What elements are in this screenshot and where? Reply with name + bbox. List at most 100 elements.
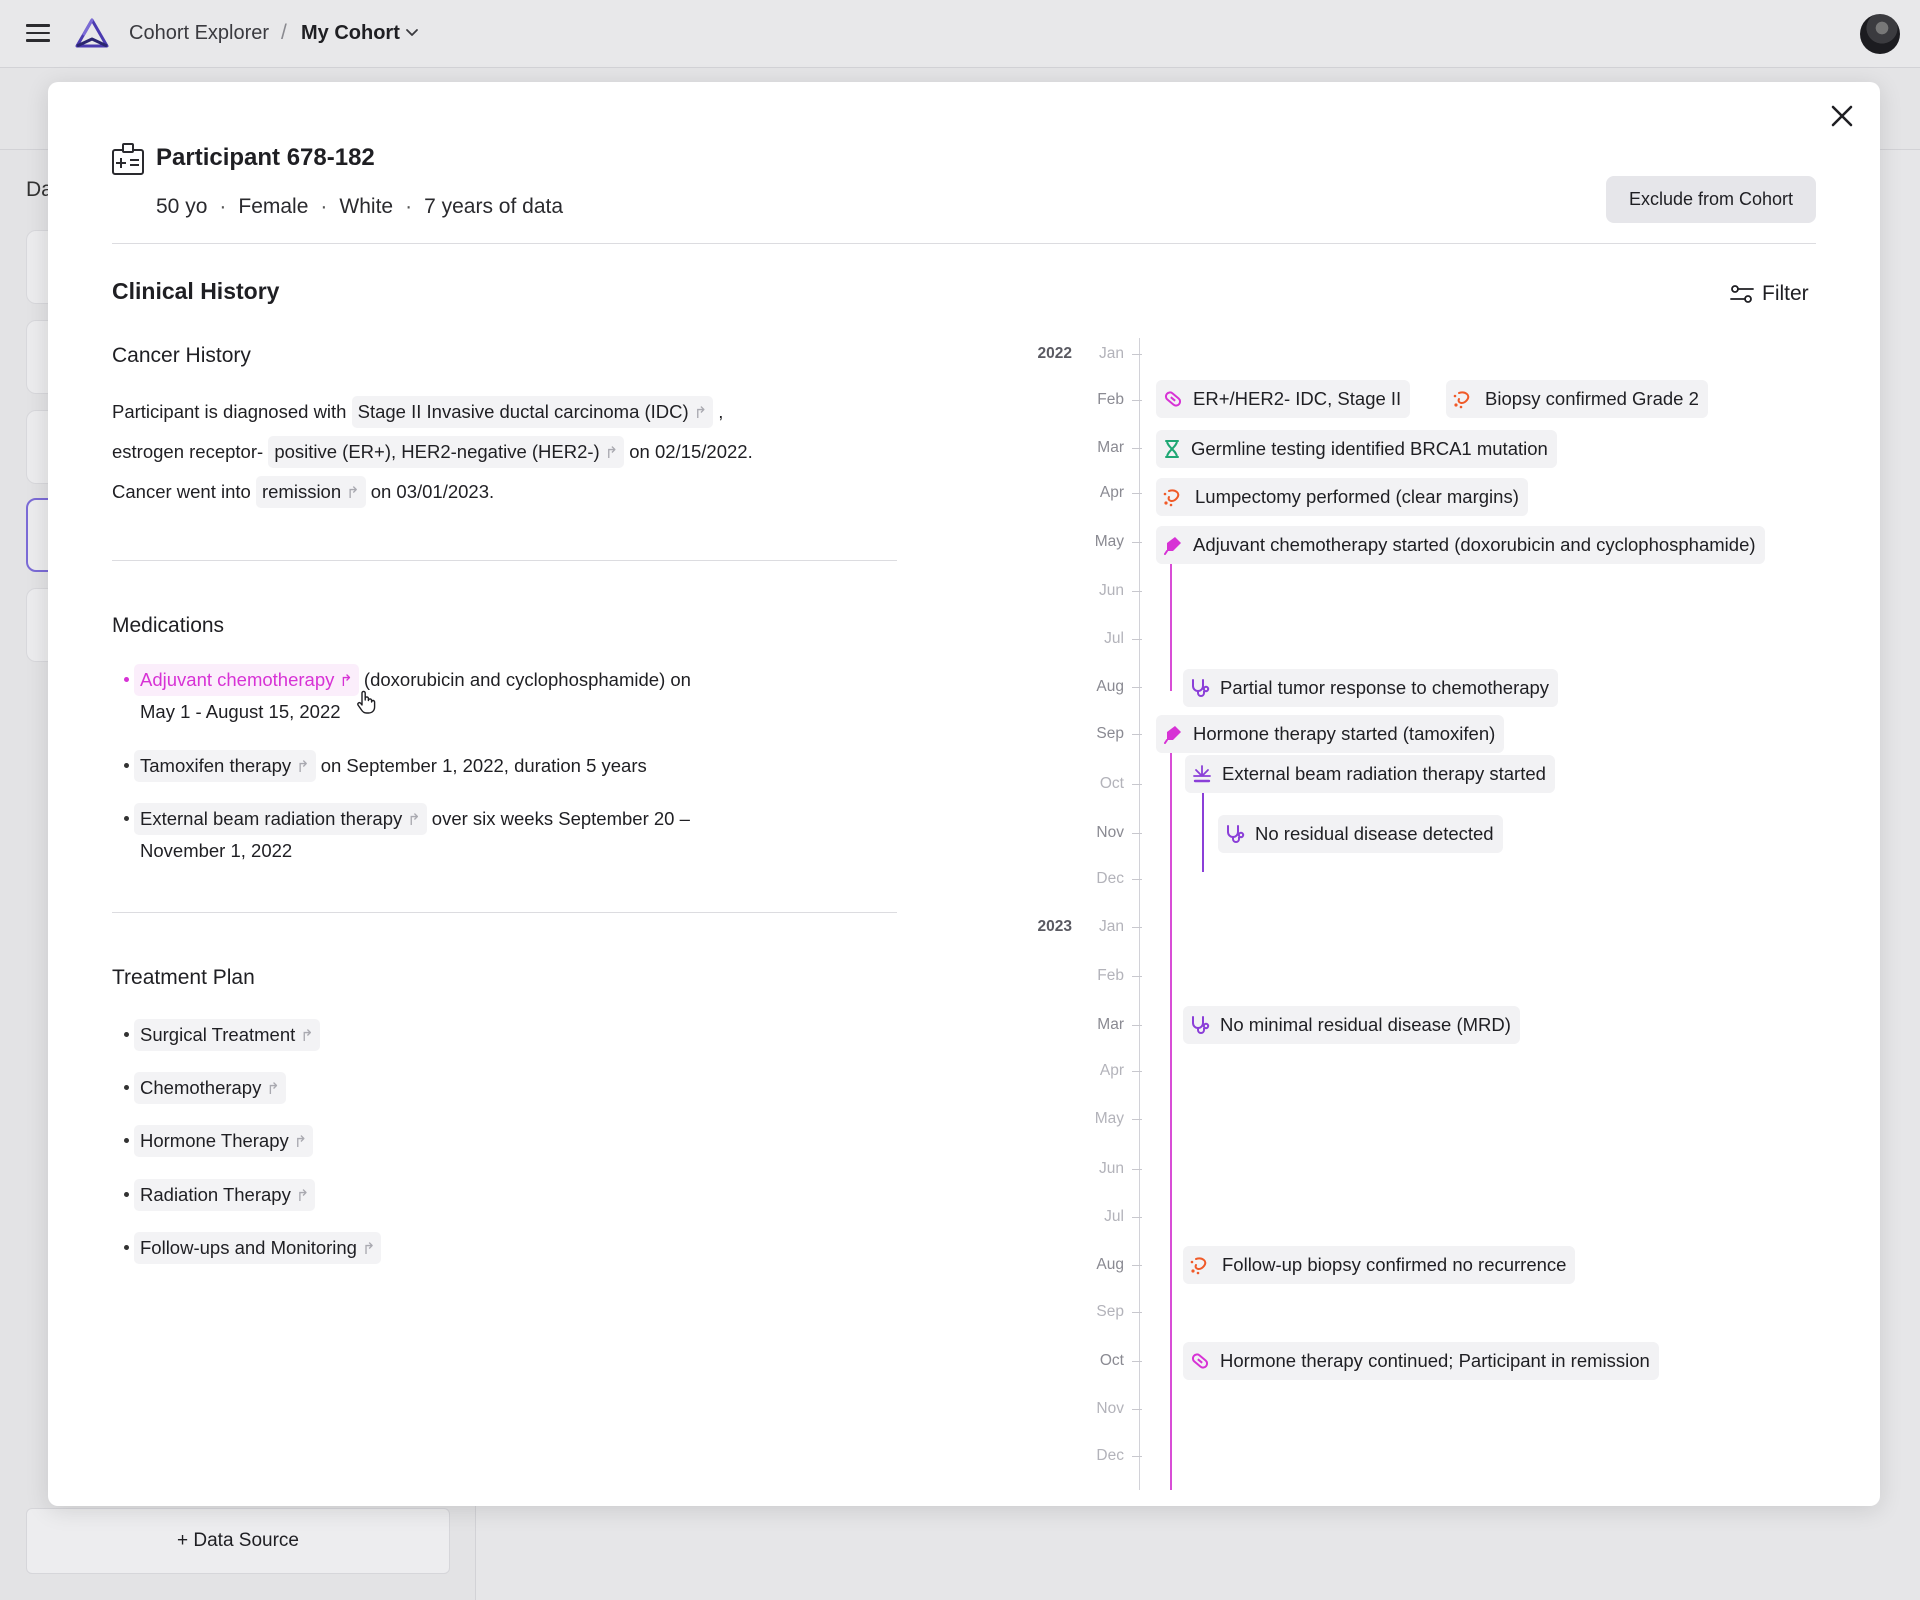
exclude-from-cohort-button[interactable]: Exclude from Cohort [1606, 176, 1816, 223]
medication-item: Tamoxifen therapy ↱ on September 1, 2022,… [134, 750, 647, 782]
divider [112, 560, 897, 561]
breadcrumb-cohort-explorer[interactable]: Cohort Explorer [129, 22, 269, 45]
timeline-tick [1132, 400, 1142, 401]
treatment-chip[interactable]: Surgical Treatment ↱ [134, 1019, 320, 1051]
timeline-month: Mar [1097, 1016, 1124, 1033]
drop-icon [1164, 726, 1181, 744]
stethoscope-icon [1227, 825, 1245, 843]
timeline-event[interactable]: Adjuvant chemotherapy started (doxorubic… [1156, 526, 1765, 564]
treatment-chip[interactable]: Hormone Therapy ↱ [134, 1125, 314, 1157]
timeline-month: Apr [1099, 484, 1124, 501]
stethoscope-icon [1192, 679, 1210, 697]
cancer-history-title: Cancer History [112, 344, 251, 367]
list-bullet [124, 1085, 129, 1090]
add-data-source-button[interactable]: + Data Source [26, 1508, 450, 1574]
treatment-chip[interactable]: Radiation Therapy ↱ [134, 1179, 316, 1211]
hamburger-menu-icon[interactable] [26, 24, 50, 44]
treatment-item: Follow-ups and Monitoring ↱ [134, 1232, 382, 1264]
medication-item-continued: May 1 - August 15, 2022 [140, 701, 341, 722]
timeline-tick [1132, 976, 1142, 977]
timeline-event[interactable]: No minimal residual disease (MRD) [1183, 1006, 1520, 1044]
timeline-event[interactable]: Hormone therapy continued; Participant i… [1183, 1342, 1659, 1380]
link-arrow-icon: ↱ [300, 1028, 314, 1045]
link-arrow-icon: ↱ [346, 485, 360, 502]
timeline-month: Oct [1099, 1352, 1124, 1369]
timeline-tick [1132, 687, 1142, 688]
medical-id-icon [112, 143, 144, 175]
timeline-event[interactable]: Lumpectomy performed (clear margins) [1156, 478, 1528, 516]
close-icon[interactable] [1830, 104, 1854, 128]
event-label: Follow-up biopsy confirmed no recurrence [1222, 1254, 1567, 1275]
timeline-tick [1132, 1217, 1142, 1218]
participant-age: 50 yo [156, 195, 208, 218]
timeline-month: Jan [1099, 918, 1124, 935]
chip-label: Stage II Invasive ductal carcinoma (IDC) [357, 401, 689, 422]
chip-label: positive (ER+), HER2-negative (HER2-) [274, 441, 600, 462]
event-label: No residual disease detected [1255, 823, 1494, 844]
timeline-tick [1132, 734, 1142, 735]
event-label: ER+/HER2- IDC, Stage II [1193, 388, 1402, 409]
medication-chip[interactable]: External beam radiation therapy ↱ [134, 803, 427, 835]
timeline-event[interactable]: ER+/HER2- IDC, Stage II [1156, 380, 1411, 418]
timeline-tick [1132, 1456, 1142, 1457]
timeline-event[interactable]: Biopsy confirmed Grade 2 [1446, 380, 1708, 418]
chip-label: Chemotherapy [140, 1077, 262, 1098]
timeline-event[interactable]: No residual disease detected [1218, 815, 1503, 853]
text: on 03/01/2023. [370, 481, 495, 502]
hormone-therapy-span-line [1170, 745, 1172, 1490]
link-arrow-icon: ↱ [296, 759, 310, 776]
list-bullet [124, 1245, 129, 1250]
filter-sliders-icon [1730, 285, 1754, 303]
treatment-item: Chemotherapy ↱ [134, 1072, 286, 1104]
medication-chip[interactable]: Adjuvant chemotherapy ↱ [134, 664, 359, 696]
event-label: No minimal residual disease (MRD) [1220, 1014, 1511, 1035]
diagnosis-chip[interactable]: Stage II Invasive ductal carcinoma (IDC)… [351, 396, 714, 428]
timeline-event[interactable]: Hormone therapy started (tamoxifen) [1156, 715, 1505, 753]
link-arrow-icon: ↱ [407, 812, 421, 829]
event-label: Partial tumor response to chemotherapy [1220, 677, 1550, 698]
timeline-month: Aug [1096, 1256, 1124, 1273]
remission-chip[interactable]: remission ↱ [255, 476, 366, 508]
pill-icon [1164, 391, 1182, 407]
timeline-month: Sep [1096, 1303, 1124, 1320]
timeline-month: Feb [1097, 967, 1124, 984]
timeline-month: Jul [1104, 1208, 1124, 1225]
meta-separator: · [320, 195, 328, 218]
timeline-tick [1132, 1169, 1142, 1170]
timeline-month: Sep [1096, 725, 1124, 742]
timeline-month: Mar [1097, 439, 1124, 456]
treatment-item: Hormone Therapy ↱ [134, 1125, 314, 1157]
treatment-item: Surgical Treatment ↱ [134, 1019, 320, 1051]
filter-label: Filter [1762, 282, 1809, 305]
participant-modal [48, 82, 1880, 1506]
medication-chip[interactable]: Tamoxifen therapy ↱ [134, 750, 316, 782]
chip-label: Follow-ups and Monitoring [140, 1237, 357, 1258]
timeline-month: Aug [1096, 678, 1124, 695]
user-avatar[interactable] [1860, 14, 1900, 54]
treatment-chip[interactable]: Follow-ups and Monitoring ↱ [134, 1232, 382, 1264]
app-logo-icon[interactable] [74, 17, 110, 51]
timeline-event[interactable]: Follow-up biopsy confirmed no recurrence [1183, 1246, 1576, 1284]
timeline-month: May [1094, 533, 1124, 550]
breadcrumb-my-cohort[interactable]: My Cohort [301, 22, 400, 45]
timeline-event[interactable]: External beam radiation therapy started [1185, 755, 1555, 793]
timeline-event[interactable]: Partial tumor response to chemotherapy [1183, 669, 1559, 707]
chip-label: Surgical Treatment [140, 1024, 296, 1045]
filter-button[interactable]: Filter [1730, 281, 1809, 307]
text: Participant is diagnosed with [112, 401, 347, 422]
biopsy-icon [1190, 1257, 1207, 1275]
event-label: Lumpectomy performed (clear margins) [1195, 486, 1519, 507]
receptor-status-chip[interactable]: positive (ER+), HER2-negative (HER2-) ↱ [268, 436, 625, 468]
timeline-tick [1132, 1265, 1142, 1266]
link-arrow-icon: ↱ [293, 1134, 308, 1151]
timeline-event[interactable]: Germline testing identified BRCA1 mutati… [1156, 430, 1557, 468]
timeline-month: Nov [1096, 824, 1124, 841]
treatment-chip[interactable]: Chemotherapy ↱ [134, 1072, 286, 1104]
timeline-month: Feb [1097, 391, 1124, 408]
timeline-month: Jan [1099, 345, 1124, 362]
timeline-month: Jun [1099, 582, 1124, 599]
list-bullet [124, 816, 129, 821]
pill-icon [1191, 1353, 1209, 1369]
chevron-down-icon[interactable] [405, 27, 419, 39]
top-app-bar: Cohort Explorer / My Cohort [0, 0, 1920, 68]
